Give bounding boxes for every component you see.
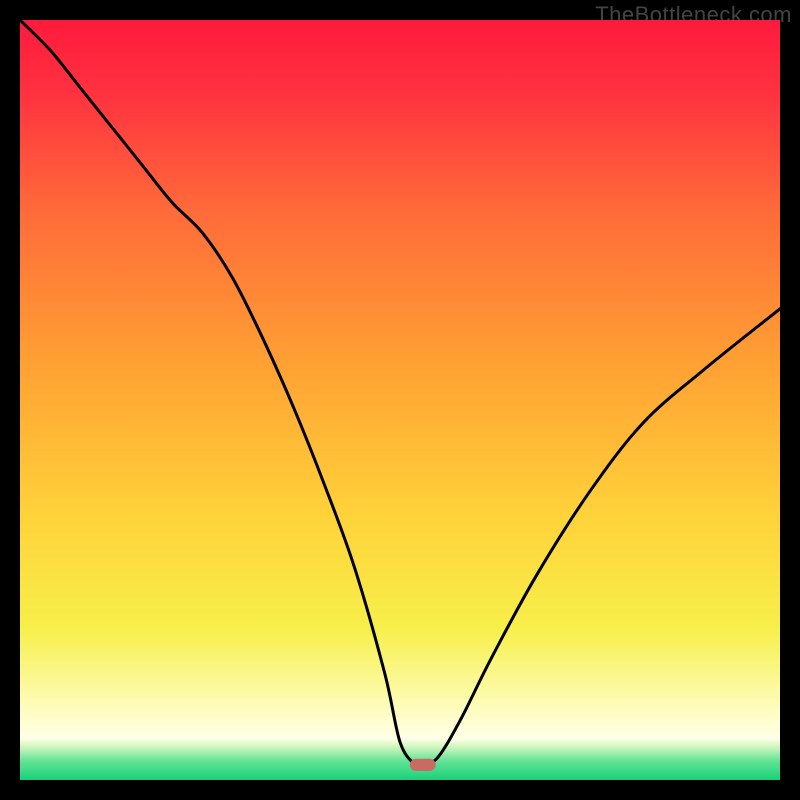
plot-area	[20, 20, 780, 780]
optimum-marker	[410, 759, 436, 771]
chart-svg	[20, 20, 780, 780]
chart-frame: TheBottleneck.com	[0, 0, 800, 800]
